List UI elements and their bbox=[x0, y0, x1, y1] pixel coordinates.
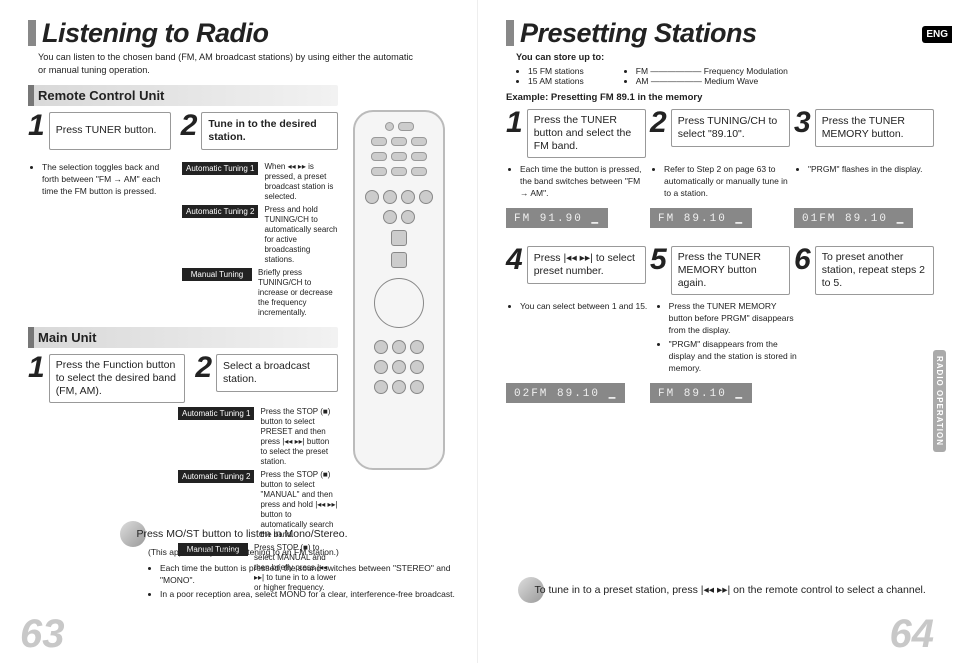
preset-step-6: 6To preset another station, repeat steps… bbox=[794, 246, 934, 295]
page-left: Listening to Radio You can listen to the… bbox=[0, 0, 477, 663]
auto-tuning-1-label: Automatic Tuning 1 bbox=[182, 162, 258, 175]
p-step4-note: You can select between 1 and 15. bbox=[520, 301, 651, 313]
tip-bullet-2: In a poor reception area, select MONO fo… bbox=[160, 589, 457, 601]
p-step3-note: "PRGM" flashes in the display. bbox=[808, 164, 934, 176]
lcd-5: FM 89.10 ▁ bbox=[650, 383, 752, 403]
auto-tuning-1-text: When ◂◂ ▸▸ is pressed, a preset broadcas… bbox=[264, 162, 338, 202]
remote-step-1: 1 Press TUNER button. bbox=[28, 112, 171, 150]
tip-subhead: (This applies only when listening to an … bbox=[148, 547, 457, 557]
page-right: Presetting Stations You can store up to:… bbox=[477, 0, 954, 663]
tip-heading: Press MO/ST button to listen in Mono/Ste… bbox=[136, 528, 347, 540]
preset-step-1: 1Press the TUNER button and select the F… bbox=[506, 109, 646, 158]
preset-step-3: 3Press the TUNER MEMORY button. bbox=[794, 109, 934, 158]
store-heading: You can store up to: bbox=[516, 51, 896, 64]
lcd-3: 01FM 89.10 ▁ bbox=[794, 208, 913, 228]
step-number: 1 bbox=[28, 112, 45, 139]
step-number: 2 bbox=[181, 112, 198, 139]
abbr-fm: FM —————— Frequency Modulation bbox=[636, 66, 788, 76]
m-auto1-text: Press the STOP (■) button to select PRES… bbox=[260, 407, 338, 467]
remote-illustration bbox=[353, 110, 445, 470]
chevron-up-icon bbox=[391, 230, 407, 246]
lcd-2: FM 89.10 ▁ bbox=[650, 208, 752, 228]
p-step2-note: Refer to Step 2 on page 63 to automatica… bbox=[664, 164, 790, 200]
auto-tuning-2-label: Automatic Tuning 2 bbox=[182, 205, 258, 218]
store-am: 15 AM stations bbox=[528, 76, 584, 86]
step1-note: The selection toggles back and forth bet… bbox=[42, 162, 172, 198]
nav-ring bbox=[374, 278, 424, 328]
remote-step-2: 2 Tune in to the desired station. bbox=[181, 112, 338, 150]
abbr-am: AM —————— Medium Wave bbox=[636, 76, 788, 86]
p-step5-note-b: "PRGM" disappears from the display and t… bbox=[669, 339, 800, 375]
m-auto2-label: Automatic Tuning 2 bbox=[178, 470, 254, 483]
intro-text: You can listen to the chosen band (FM, A… bbox=[38, 51, 418, 77]
p-step1-note: Each time the button is pressed, the ban… bbox=[520, 164, 646, 200]
page-title-left: Listening to Radio bbox=[28, 18, 457, 49]
page-title-right: Presetting Stations bbox=[506, 18, 934, 49]
section-main-unit: Main Unit bbox=[28, 327, 338, 348]
tip-right: To tune in to a preset station, press |◂… bbox=[534, 584, 925, 596]
tip-bullet-1: Each time the button is pressed, the sou… bbox=[160, 563, 457, 587]
main-step-1: 1 Press the Function button to select th… bbox=[28, 354, 185, 403]
m-auto1-label: Automatic Tuning 1 bbox=[178, 407, 254, 420]
store-fm: 15 FM stations bbox=[528, 66, 584, 76]
manual-tuning-text: Briefly press TUNING/CH to increase or d… bbox=[258, 268, 338, 318]
page-number-right: 64 bbox=[890, 612, 935, 657]
lcd-4: 02FM 89.10 ▁ bbox=[506, 383, 625, 403]
page-number-left: 63 bbox=[20, 612, 65, 657]
side-tab: RADIO OPERATION bbox=[933, 350, 946, 452]
manual-tuning-label: Manual Tuning bbox=[182, 268, 252, 281]
chevron-down-icon bbox=[391, 252, 407, 268]
preset-step-5: 5Press the TUNER MEMORY button again. bbox=[650, 246, 790, 295]
main-step-2: 2 Select a broadcast station. bbox=[195, 354, 338, 392]
auto-tuning-2-text: Press and hold TUNING/CH to automaticall… bbox=[264, 205, 338, 265]
lcd-1: FM 91.90 ▁ bbox=[506, 208, 608, 228]
example-heading: Example: Presetting FM 89.1 in the memor… bbox=[506, 92, 934, 103]
preset-step-2: 2Press TUNING/CH to select "89.10". bbox=[650, 109, 790, 158]
section-remote: Remote Control Unit bbox=[28, 85, 338, 106]
preset-step-4: 4Press |◂◂ ▸▸| to select preset number. bbox=[506, 246, 646, 295]
p-step5-note-a: Press the TUNER MEMORY button before PRG… bbox=[669, 301, 800, 337]
